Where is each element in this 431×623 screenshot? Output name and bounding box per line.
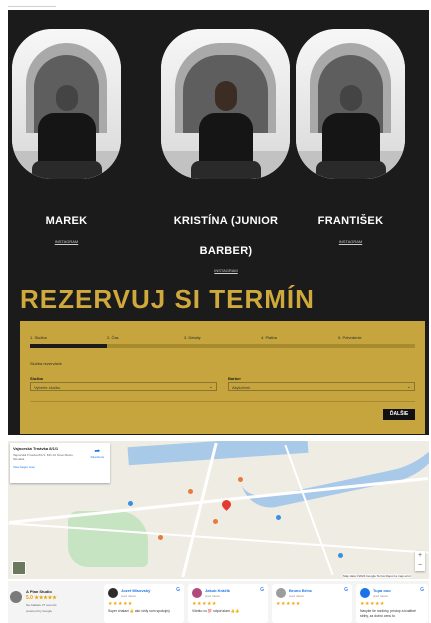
map-info-card: Vajnorská Trnávka 8/1/1 Vajnorská Trnávk… xyxy=(10,443,110,483)
reviews-strip: A Plan Studio 5.0 ★★★★★ Na základe 27 re… xyxy=(8,581,429,623)
service-select-value: Vyberte službu xyxy=(34,385,61,390)
top-divider xyxy=(8,6,56,7)
zoom-in-icon[interactable]: + xyxy=(415,551,425,561)
form-divider xyxy=(30,401,415,402)
poi-marker[interactable] xyxy=(158,535,163,540)
team-section: MAREK KRISTÍNA (JUNIOR BARBER) FRANTIŠEK… xyxy=(8,10,429,435)
reviewer-name[interactable]: Bruno Brinc xyxy=(289,588,312,593)
booking-form: 1. Služba 2. Čas 3. Detaily 4. Platba 5.… xyxy=(20,321,425,434)
review-card[interactable]: Bruno Brinc pred rokom G ★★★★★ xyxy=(272,584,352,623)
barber-name: MAREK xyxy=(45,215,88,227)
zoom-out-icon[interactable]: − xyxy=(415,561,425,571)
instagram-link[interactable]: INSTAGRAM xyxy=(12,239,121,244)
business-name: A Plan Studio xyxy=(26,589,52,594)
barber-select[interactable]: Akýkoľvek ⌄ xyxy=(228,382,415,391)
business-rating: 5.0 ★★★★★ xyxy=(26,595,57,601)
review-stars: ★★★★★ xyxy=(108,601,133,607)
barber-label: Barber xyxy=(228,376,241,381)
review-card[interactable]: Jakub Kráčik pred rokom G ★★★★★ Všetko v… xyxy=(188,584,268,623)
reviewer-name[interactable]: Jakub Kráčik xyxy=(205,588,230,593)
review-text: Navyše tie rozšírky, prístup a kvalitné … xyxy=(360,609,416,618)
booking-steps: 1. Služba 2. Čas 3. Detaily 4. Platba 5.… xyxy=(30,335,415,340)
barber-photo-kristina xyxy=(161,29,290,179)
reviewer-avatar xyxy=(108,588,118,598)
view-larger-map-link[interactable]: View larger map xyxy=(13,465,107,469)
poi-marker[interactable] xyxy=(213,519,218,524)
reviewer-avatar xyxy=(276,588,286,598)
satellite-toggle[interactable] xyxy=(12,561,26,575)
step-payment: 4. Platba xyxy=(261,335,277,340)
google-icon: G xyxy=(260,587,264,593)
review-stars: ★★★★★ xyxy=(276,601,301,607)
barber-photo-frantisek xyxy=(296,29,405,179)
reviews-summary: A Plan Studio 5.0 ★★★★★ Na základe 27 re… xyxy=(10,587,96,621)
directions-button[interactable]: ➦ Directions xyxy=(91,447,104,459)
review-time: pred rokom xyxy=(205,594,221,598)
directions-icon: ➦ xyxy=(94,448,101,455)
barber-photo-marek xyxy=(12,29,121,179)
review-text: Všetko vo 💯 odporúčam 👍👍 xyxy=(192,609,240,613)
chevron-down-icon: ⌄ xyxy=(208,384,213,390)
instagram-link[interactable]: INSTAGRAM xyxy=(151,268,301,273)
next-button[interactable]: ĎALŠIE xyxy=(383,409,415,420)
chevron-down-icon: ⌄ xyxy=(406,384,411,390)
step-time: 2. Čas xyxy=(107,335,119,340)
google-map[interactable]: Vajnorská Trnávka 8/1/1 Vajnorská Trnávk… xyxy=(8,441,429,579)
powered-by-google: powered by Google xyxy=(26,609,53,613)
reservation-title: REZERVUJ SI TERMÍN xyxy=(20,284,315,314)
google-icon: G xyxy=(420,587,424,593)
zoom-control[interactable]: + − xyxy=(415,551,425,571)
review-time: pred rokom xyxy=(121,594,137,598)
review-stars: ★★★★★ xyxy=(192,601,217,607)
place-address: Vajnorská Trnávka 8/1/1, 831 04 Nové Mes… xyxy=(13,453,74,461)
review-text: Super chalani 👍 ako vždy som spokojný xyxy=(108,609,170,613)
poi-marker[interactable] xyxy=(276,515,281,520)
form-hint: Služba rezervácie xyxy=(30,361,62,366)
service-label: Služba xyxy=(30,376,43,381)
booking-progress-bar xyxy=(30,344,415,348)
google-icon: G xyxy=(344,587,348,593)
directions-label: Directions xyxy=(90,455,104,459)
business-avatar xyxy=(10,591,22,603)
reviewer-avatar xyxy=(192,588,202,598)
barber-name: FRANTIŠEK xyxy=(317,215,384,227)
review-card[interactable]: Tupa ooo pred rokom G ★★★★★ Navyše tie r… xyxy=(356,584,428,623)
step-details: 3. Detaily xyxy=(184,335,201,340)
map-attribution: Map data ©2024 Google Terms Report a map… xyxy=(343,574,411,578)
service-select[interactable]: Vyberte službu ⌄ xyxy=(30,382,217,391)
poi-marker[interactable] xyxy=(188,489,193,494)
review-stars: ★★★★★ xyxy=(360,601,385,607)
instagram-link[interactable]: INSTAGRAM xyxy=(296,239,405,244)
google-icon: G xyxy=(176,587,180,593)
reviewer-name[interactable]: Jozef Mlsovský xyxy=(121,588,150,593)
poi-marker[interactable] xyxy=(128,501,133,506)
review-time: pred rokom xyxy=(289,594,305,598)
poi-marker[interactable] xyxy=(238,477,243,482)
step-confirmation: 5. Potvrdenie xyxy=(338,335,362,340)
reviewer-name[interactable]: Tupa ooo xyxy=(373,588,391,593)
barber-name: KRISTÍNA (JUNIOR BARBER) xyxy=(173,215,279,257)
reviewer-avatar xyxy=(360,588,370,598)
review-card[interactable]: Jozef Mlsovský pred rokom G ★★★★★ Super … xyxy=(104,584,184,623)
review-time: pred rokom xyxy=(373,594,389,598)
review-count: Na základe 27 recenzií xyxy=(26,603,57,607)
poi-marker[interactable] xyxy=(338,553,343,558)
barber-select-value: Akýkoľvek xyxy=(232,385,251,390)
step-service: 1. Služba xyxy=(30,335,47,340)
